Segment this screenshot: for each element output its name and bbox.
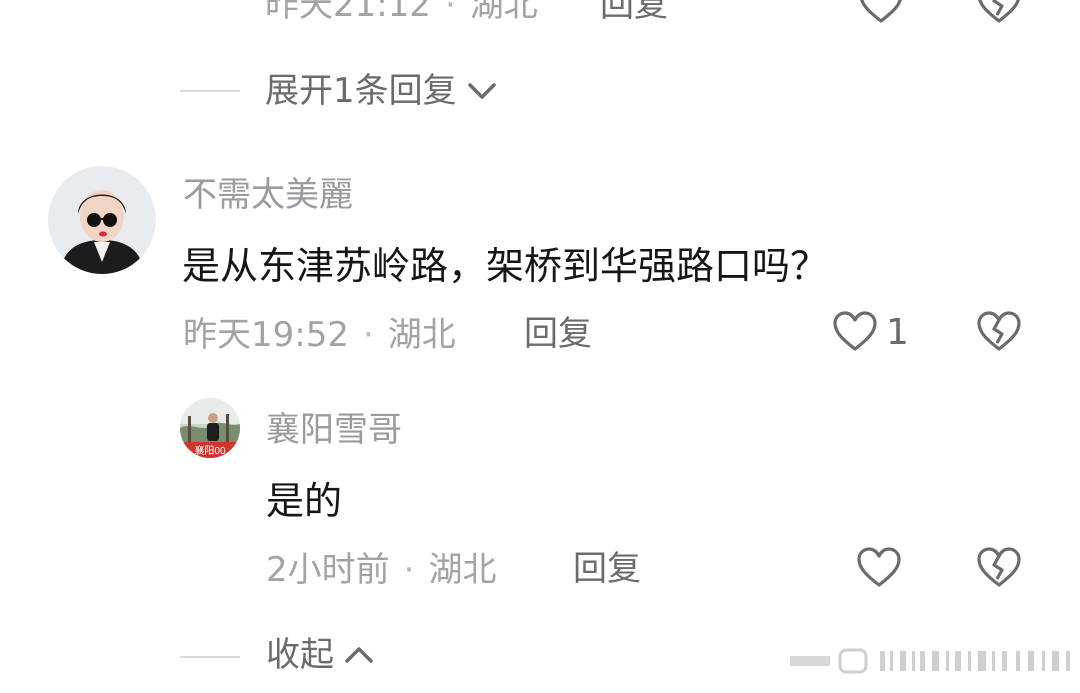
reply-username[interactable]: 襄阳雪哥 xyxy=(266,413,402,447)
reply-button[interactable]: 回复 xyxy=(600,0,668,22)
reply-meta: 2小时前 · 湖北 xyxy=(266,553,496,587)
avatar[interactable] xyxy=(48,166,156,274)
collapse-replies-button[interactable]: 收起 xyxy=(266,638,374,672)
reply-location: 湖北 xyxy=(428,550,497,590)
expand-divider-line xyxy=(180,90,240,92)
comment-username[interactable]: 不需太美麗 xyxy=(183,178,353,212)
separator-dot: · xyxy=(403,550,415,590)
like-heart-icon[interactable] xyxy=(858,0,904,24)
chevron-up-icon xyxy=(344,645,374,665)
watermark xyxy=(790,648,1080,674)
reply-button[interactable]: 回复 xyxy=(573,552,641,586)
reply-text: 是的 xyxy=(266,479,343,523)
reply-button[interactable]: 回复 xyxy=(524,317,592,351)
collapse-replies-label: 收起 xyxy=(266,635,334,675)
comment-timestamp: 昨天19:52 xyxy=(183,315,349,355)
comment-meta: 昨天21:12 · 湖北 xyxy=(265,0,538,22)
comment-location: 湖北 xyxy=(469,0,538,25)
chevron-down-icon xyxy=(467,81,497,101)
comment-meta: 昨天19:52 · 湖北 xyxy=(183,318,456,352)
dislike-broken-heart-icon[interactable] xyxy=(976,546,1022,588)
collapse-divider-line xyxy=(180,656,240,658)
comment-text: 是从东津苏岭路，架桥到华强路口吗？ xyxy=(182,244,829,288)
dislike-broken-heart-icon[interactable] xyxy=(976,0,1022,24)
reply-timestamp: 2小时前 xyxy=(266,550,390,590)
expand-replies-label: 展开1条回复 xyxy=(265,71,457,111)
separator-dot: · xyxy=(444,0,456,25)
like-heart-icon[interactable] xyxy=(856,546,902,588)
comment-location: 湖北 xyxy=(387,315,456,355)
expand-replies-button[interactable]: 展开1条回复 xyxy=(265,74,497,108)
comment-timestamp: 昨天21:12 xyxy=(265,0,431,25)
like-count: 1 xyxy=(886,312,909,353)
like-heart-icon[interactable] xyxy=(832,310,878,352)
dislike-broken-heart-icon[interactable] xyxy=(976,310,1022,352)
reply-avatar[interactable]: 襄阳00 xyxy=(180,398,240,458)
avatar-badge-text: 襄阳00 xyxy=(194,444,226,457)
separator-dot: · xyxy=(362,315,374,355)
